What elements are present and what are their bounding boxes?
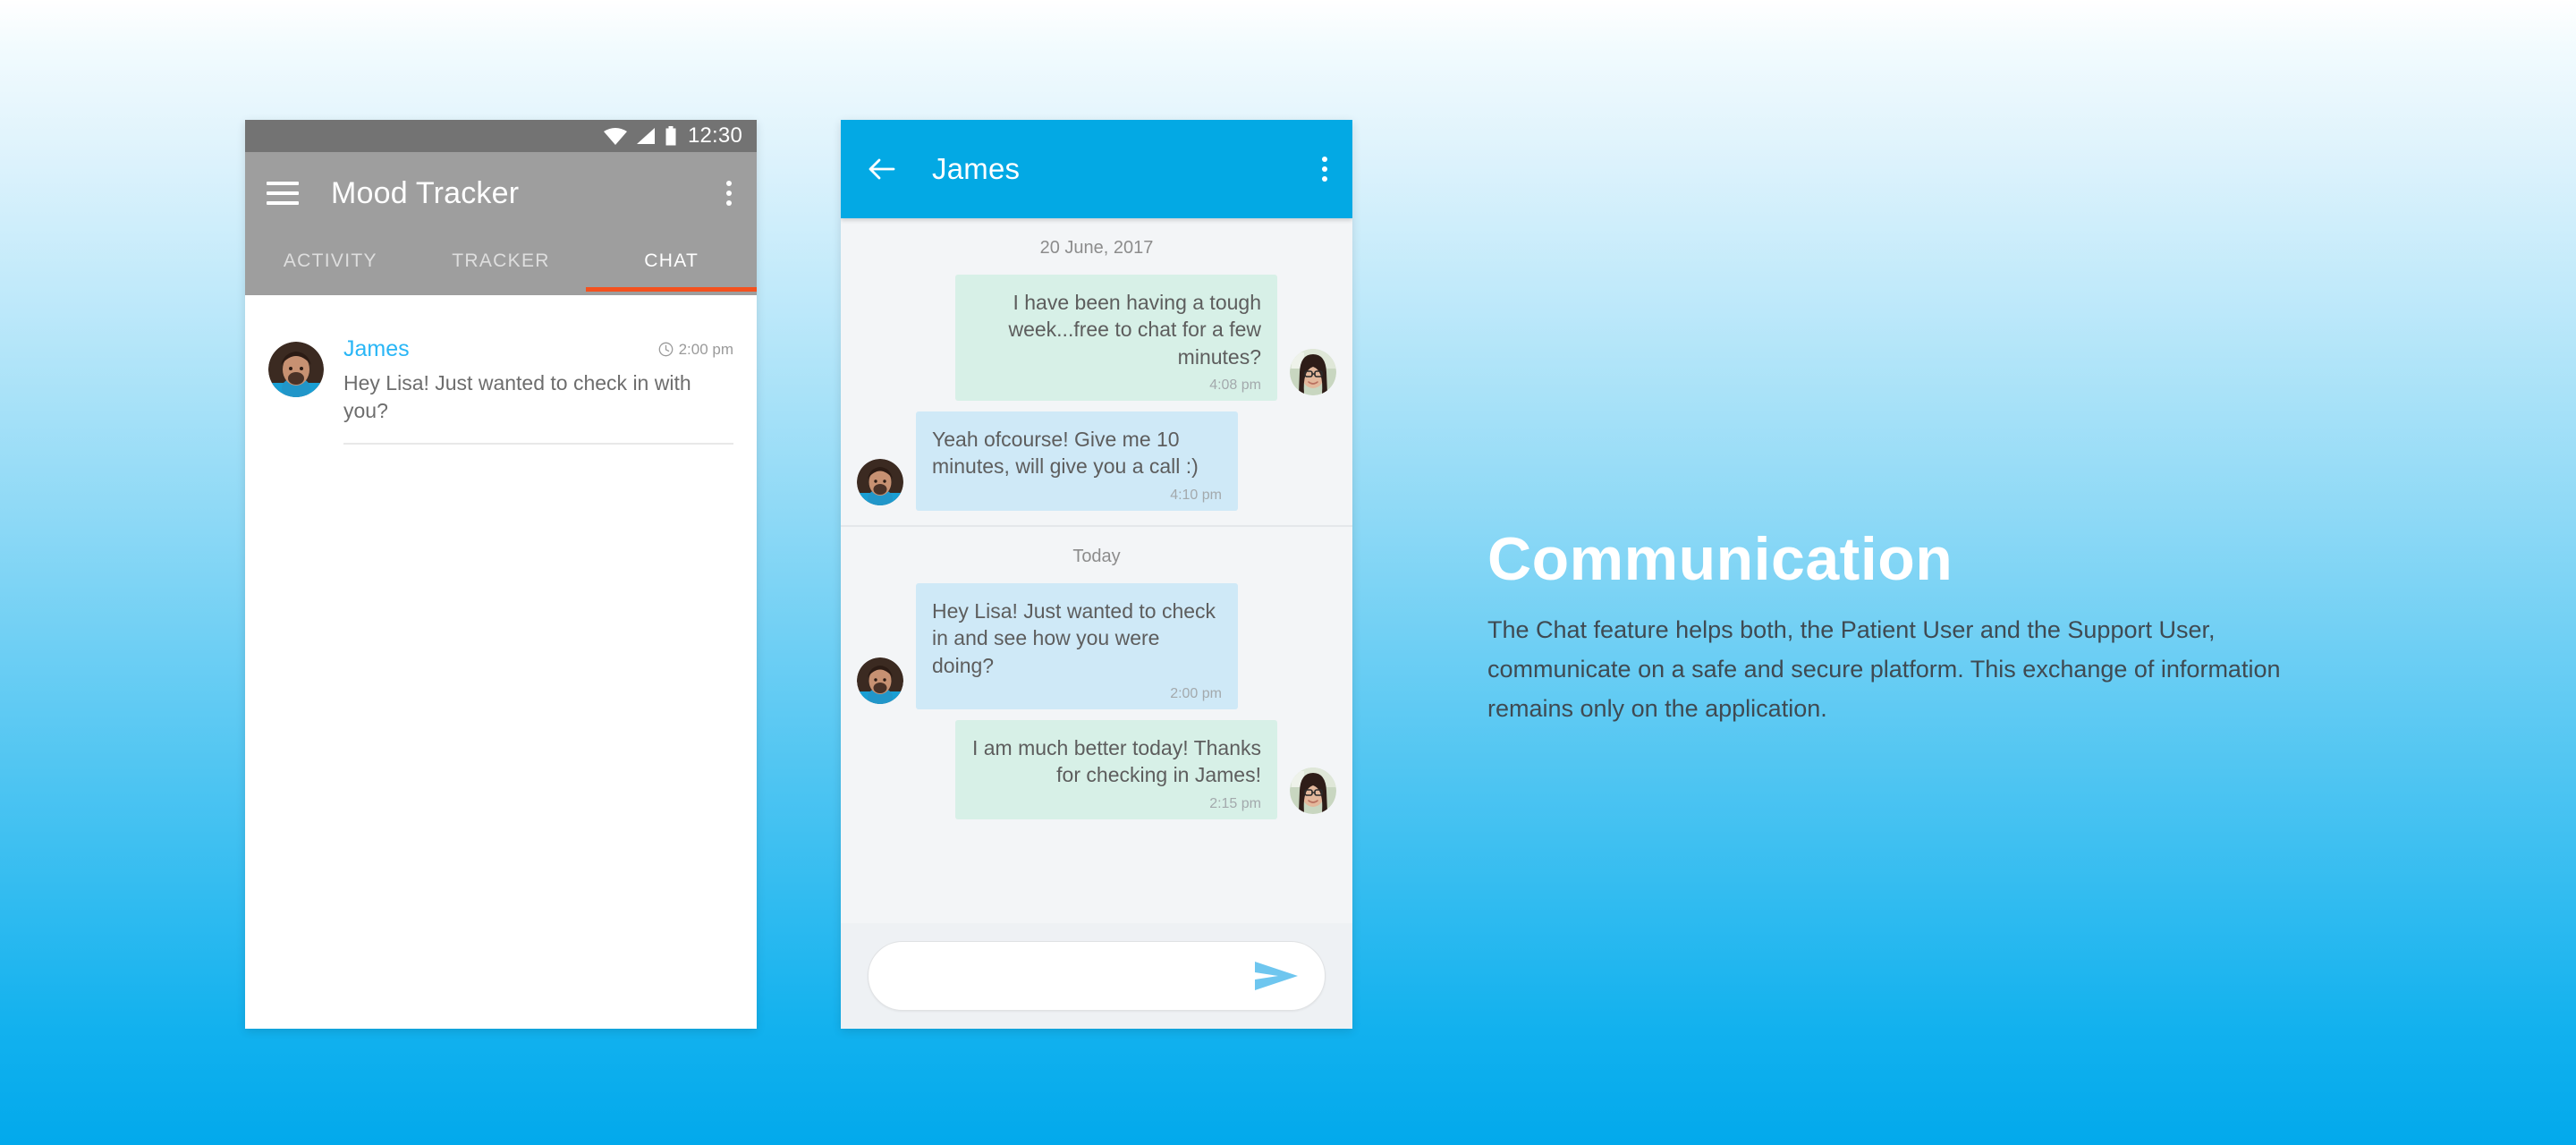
tab-tracker[interactable]: TRACKER bbox=[416, 234, 587, 292]
timestamp-group: 2:00 pm bbox=[658, 341, 733, 359]
message-text: I am much better today! Thanks for check… bbox=[971, 735, 1261, 787]
avatar bbox=[1290, 767, 1336, 814]
message-preview: Hey Lisa! Just wanted to check in with y… bbox=[343, 371, 691, 423]
conversation-list: James 2:00 pm Hey Lisa! Just wanted to c… bbox=[245, 295, 757, 1029]
back-arrow-icon[interactable] bbox=[864, 151, 900, 187]
signal-icon bbox=[636, 128, 655, 144]
message-row: I have been having a tough week...free t… bbox=[841, 269, 1352, 406]
overflow-menu-icon[interactable] bbox=[726, 181, 732, 206]
message-text: Yeah ofcourse! Give me 10 minutes, will … bbox=[932, 428, 1199, 479]
lisa-avatar bbox=[1290, 767, 1336, 814]
message-thread[interactable]: 20 June, 2017 I have been having a tough… bbox=[841, 218, 1352, 923]
james-avatar bbox=[857, 657, 903, 704]
day-group: 20 June, 2017 I have been having a tough… bbox=[841, 218, 1352, 525]
lisa-avatar bbox=[1290, 349, 1336, 396]
message-row: I am much better today! Thanks for check… bbox=[841, 715, 1352, 825]
date-divider: 20 June, 2017 bbox=[1039, 238, 1154, 258]
app-bar: Mood Tracker bbox=[245, 152, 757, 234]
message-bubble-incoming: Hey Lisa! Just wanted to check in and se… bbox=[916, 582, 1238, 709]
list-item-header: James 2:00 pm bbox=[343, 336, 733, 362]
james-avatar bbox=[268, 342, 324, 397]
tab-activity[interactable]: ACTIVITY bbox=[245, 234, 416, 292]
date-divider: Today bbox=[1072, 546, 1121, 566]
avatar bbox=[857, 657, 903, 704]
thread-title: James bbox=[932, 152, 1021, 185]
composer-pill[interactable] bbox=[868, 941, 1326, 1011]
james-avatar bbox=[857, 458, 903, 505]
wifi-icon bbox=[603, 128, 627, 145]
timestamp: 2:00 pm bbox=[678, 340, 733, 358]
avatar bbox=[268, 342, 324, 397]
feature-description: The Chat feature helps both, the Patient… bbox=[1487, 616, 2281, 722]
message-time: 4:10 pm bbox=[1170, 487, 1222, 503]
tab-chat[interactable]: CHAT bbox=[586, 234, 757, 292]
list-item[interactable]: James 2:00 pm Hey Lisa! Just wanted to c… bbox=[245, 320, 757, 445]
phone-mockup-chat-list: 12:30 Mood Tracker ACTIVITY TRACKER CHAT bbox=[245, 120, 757, 1029]
message-time: 4:08 pm bbox=[1209, 377, 1261, 394]
send-icon[interactable] bbox=[1251, 958, 1301, 994]
status-bar-clock: 12:30 bbox=[687, 123, 742, 148]
avatar bbox=[1290, 349, 1336, 396]
contact-name: James bbox=[343, 336, 410, 361]
thread-app-bar: James bbox=[841, 120, 1352, 218]
message-time: 2:00 pm bbox=[1170, 685, 1222, 701]
message-input[interactable] bbox=[892, 963, 1251, 988]
message-text: I have been having a tough week...free t… bbox=[1008, 291, 1261, 369]
message-composer bbox=[841, 923, 1352, 1029]
phone-mockup-chat-thread: James 20 June, 2017 I have been having a… bbox=[841, 120, 1352, 1029]
feature-title: Communication bbox=[1487, 525, 1953, 593]
message-time: 2:15 pm bbox=[1209, 795, 1261, 811]
page-title: Mood Tracker bbox=[331, 175, 520, 210]
message-row: Hey Lisa! Just wanted to check in and se… bbox=[841, 578, 1352, 715]
day-group: Today Hey Lisa! Just wanted to check in … bbox=[841, 524, 1352, 834]
status-bar: 12:30 bbox=[245, 120, 757, 152]
hamburger-icon[interactable] bbox=[267, 182, 299, 205]
feature-copy: Communication The Chat feature helps bot… bbox=[1487, 525, 2382, 729]
list-item-body: James 2:00 pm Hey Lisa! Just wanted to c… bbox=[343, 336, 733, 445]
clock-icon bbox=[658, 342, 673, 357]
avatar bbox=[857, 458, 903, 505]
message-bubble-incoming: Yeah ofcourse! Give me 10 minutes, will … bbox=[916, 411, 1238, 511]
message-text: Hey Lisa! Just wanted to check in and se… bbox=[932, 598, 1216, 677]
message-bubble-outgoing: I am much better today! Thanks for check… bbox=[955, 719, 1277, 819]
message-row: Yeah ofcourse! Give me 10 minutes, will … bbox=[841, 406, 1352, 516]
battery-icon bbox=[665, 126, 676, 146]
message-bubble-outgoing: I have been having a tough week...free t… bbox=[955, 275, 1277, 402]
tab-bar: ACTIVITY TRACKER CHAT bbox=[245, 234, 757, 295]
overflow-menu-icon[interactable] bbox=[1322, 157, 1327, 182]
